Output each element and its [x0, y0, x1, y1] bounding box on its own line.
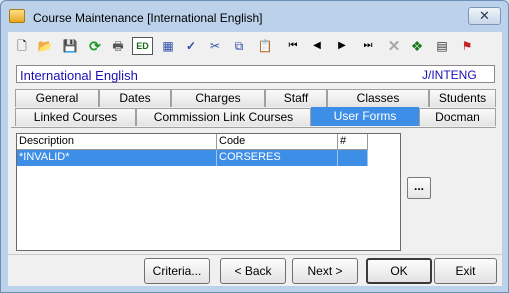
tab-charges[interactable]: Charges [171, 89, 265, 107]
tab-staff[interactable]: Staff [265, 89, 327, 107]
copy-icon[interactable]: ⧉ [230, 37, 248, 55]
tab-docman[interactable]: Docman [419, 108, 496, 126]
course-maintenance-window: Course Maintenance [International Englis… [0, 0, 509, 293]
save-icon[interactable]: 💾 [61, 37, 79, 55]
client-area: 🗋 📂 💾 ⟳ 🖶 ED ▦ ✓ ✂ ⧉ 📋 ⏮ ◀ ▶ ⏭ ✕ ❖ ▤ ⚑ I… [8, 32, 502, 286]
record-header: International English J/INTENG [16, 65, 495, 83]
tab-commission-link-courses[interactable]: Commission Link Courses [136, 108, 311, 126]
browse-button[interactable]: ... [407, 177, 431, 199]
tab-strip: General Dates Charges Staff Classes Stud… [15, 89, 496, 127]
last-record-icon[interactable]: ⏭ [359, 37, 377, 55]
refresh-icon[interactable]: ⟳ [86, 37, 104, 55]
app-icon [9, 9, 25, 23]
window-title: Course Maintenance [International Englis… [33, 11, 263, 25]
cell-number[interactable] [338, 150, 368, 166]
column-header-number[interactable]: # [338, 134, 368, 150]
exit-button[interactable]: Exit [434, 258, 497, 284]
delete-icon[interactable]: ✕ [385, 37, 403, 55]
cell-code[interactable]: CORSERES [217, 150, 338, 166]
tab-dates[interactable]: Dates [99, 89, 171, 107]
grid-header: Description Code # [17, 134, 368, 150]
back-button[interactable]: < Back [220, 258, 286, 284]
column-header-description[interactable]: Description [17, 134, 217, 150]
record-name: International English [20, 68, 138, 83]
record-code: J/INTENG [422, 68, 477, 82]
criteria-button[interactable]: Criteria... [144, 258, 210, 284]
ok-button[interactable]: OK [366, 258, 432, 284]
tab-linked-courses[interactable]: Linked Courses [15, 108, 136, 126]
next-record-icon[interactable]: ▶ [333, 37, 351, 55]
table-row[interactable]: *INVALID* CORSERES [17, 150, 368, 166]
previous-record-icon[interactable]: ◀ [308, 37, 326, 55]
spellcheck-icon[interactable]: ✓ [182, 37, 200, 55]
first-record-icon[interactable]: ⏮ [284, 37, 302, 55]
tab-user-forms[interactable]: User Forms [311, 107, 419, 126]
calculator-icon[interactable]: ▦ [159, 37, 177, 55]
tab-general[interactable]: General [15, 89, 99, 107]
edit-mode-icon[interactable]: ED [132, 37, 153, 55]
open-icon[interactable]: 📂 [36, 37, 54, 55]
title-bar[interactable]: Course Maintenance [International Englis… [1, 1, 508, 31]
footer-divider [8, 254, 502, 255]
toolbar: 🗋 📂 💾 ⟳ 🖶 ED ▦ ✓ ✂ ⧉ 📋 ⏮ ◀ ▶ ⏭ ✕ ❖ ▤ ⚑ [8, 32, 502, 59]
paste-icon[interactable]: 📋 [256, 37, 274, 55]
cell-description[interactable]: *INVALID* [17, 150, 217, 166]
next-button[interactable]: Next > [292, 258, 358, 284]
tab-classes[interactable]: Classes [327, 89, 429, 107]
print-icon[interactable]: 🖶 [109, 37, 127, 55]
clapper-icon[interactable]: ⚑ [458, 37, 476, 55]
user-forms-grid[interactable]: Description Code # *INVALID* CORSERES [16, 133, 401, 251]
group-icon[interactable]: ❖ [408, 37, 426, 55]
cut-icon[interactable]: ✂ [206, 37, 224, 55]
close-button[interactable]: ✕ [468, 7, 501, 25]
column-header-code[interactable]: Code [217, 134, 338, 150]
tab-students[interactable]: Students [429, 89, 496, 107]
new-icon[interactable]: 🗋 [13, 37, 31, 55]
user-forms-panel: Description Code # *INVALID* CORSERES ..… [11, 127, 496, 251]
film-icon[interactable]: ▤ [433, 37, 451, 55]
